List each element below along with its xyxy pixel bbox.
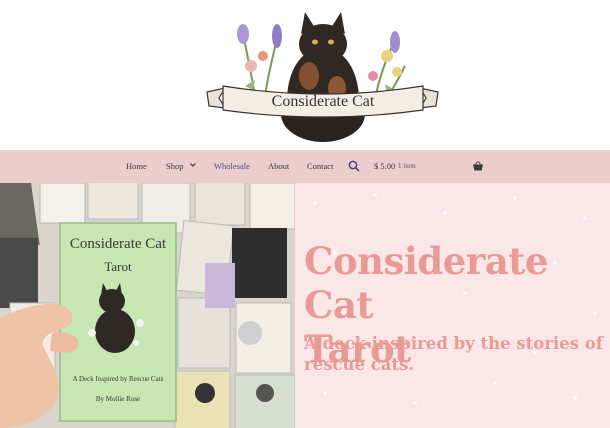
nav-home[interactable]: Home bbox=[126, 150, 147, 183]
cart-total[interactable]: $ 5.00 bbox=[374, 150, 395, 183]
nav-wholesale[interactable]: Wholesale bbox=[214, 150, 250, 183]
logo-text: Considerate Cat bbox=[272, 93, 375, 110]
cart-item-count[interactable]: 1 item bbox=[398, 150, 416, 183]
search-icon[interactable] bbox=[348, 160, 360, 172]
considerate-cat-logo[interactable]: Considerate Cat bbox=[205, 6, 440, 144]
card-tagline: A Deck Inspired by Rescue Cats bbox=[73, 375, 164, 383]
basket-icon[interactable] bbox=[472, 160, 484, 172]
nav-shop[interactable]: Shop bbox=[166, 150, 183, 183]
hero-subtitle: A deck inspired by the stories of rescue… bbox=[304, 334, 603, 374]
hero-image-tarot-deck: Considerate Cat Tarot A Deck Inspired by… bbox=[0, 183, 295, 428]
hero-text-panel: Considerate Cat Tarot A deck inspired by… bbox=[295, 183, 610, 428]
card-title: Considerate Cat bbox=[70, 236, 167, 252]
featured-tarot-card: Considerate Cat Tarot A Deck Inspired by… bbox=[59, 222, 177, 422]
nav-contact[interactable]: Contact bbox=[307, 150, 333, 183]
card-subtitle: Tarot bbox=[104, 259, 132, 274]
nav-about[interactable]: About bbox=[268, 150, 289, 183]
site-header: Considerate Cat bbox=[0, 0, 610, 150]
cat-illustration bbox=[281, 12, 365, 142]
chevron-down-icon[interactable] bbox=[190, 162, 196, 168]
main-nav: Home Shop Wholesale About Contact $ 5.00… bbox=[0, 150, 610, 183]
card-author: By Mollie Rose bbox=[96, 395, 140, 403]
